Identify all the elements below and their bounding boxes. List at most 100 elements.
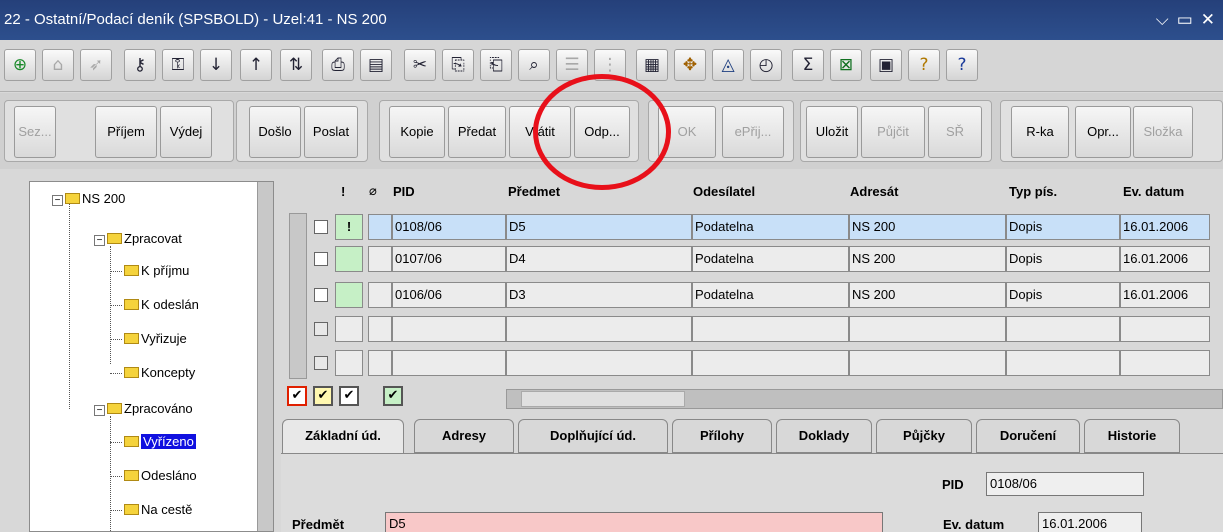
column-header-predmet[interactable]: Předmet: [508, 184, 560, 199]
tab-doruceni[interactable]: Doručení: [976, 419, 1080, 453]
cell-odesilatel[interactable]: Podatelna: [692, 282, 849, 308]
predmet-field[interactable]: D5: [385, 512, 883, 532]
cell-pid[interactable]: 0107/06: [392, 246, 506, 272]
search-icon[interactable]: ⌕: [518, 49, 550, 81]
filter-check-yellow[interactable]: ✔: [313, 386, 333, 406]
cell-odesilatel[interactable]: Podatelna: [692, 214, 849, 240]
cell-typ[interactable]: Dopis: [1006, 282, 1120, 308]
cell-pid[interactable]: 0108/06: [392, 214, 506, 240]
column-header-flag[interactable]: !: [341, 184, 345, 199]
sort-descending-icon[interactable]: ↑: [240, 49, 272, 81]
predat-button[interactable]: Předat: [448, 106, 506, 158]
cell-predmet[interactable]: D3: [506, 282, 692, 308]
ulozit-button[interactable]: Uložit: [806, 106, 858, 158]
tree-node-ns200[interactable]: − NS 200: [52, 190, 125, 208]
tree-node-k-odeslani[interactable]: K odeslán: [124, 296, 199, 314]
column-header-typ[interactable]: Typ pís.: [1009, 184, 1057, 199]
filter-check-white[interactable]: ✔: [339, 386, 359, 406]
cell-predmet[interactable]: D5: [506, 214, 692, 240]
row-checkbox[interactable]: [314, 322, 328, 336]
cell-odesilatel[interactable]: Podatelna: [692, 246, 849, 272]
rka-button[interactable]: R-ka: [1011, 106, 1069, 158]
tree-node-odeslano[interactable]: Odesláno: [124, 467, 197, 485]
key-icon[interactable]: ⚷: [124, 49, 156, 81]
cell-predmet[interactable]: D4: [506, 246, 692, 272]
column-header-odesilatel[interactable]: Odesílatel: [693, 184, 755, 199]
help-b-icon[interactable]: ?: [946, 49, 978, 81]
grid-horizontal-scrollbar[interactable]: [506, 389, 1223, 409]
collapse-icon[interactable]: −: [52, 195, 63, 206]
opr-button[interactable]: Opr...: [1075, 106, 1131, 158]
new-record-icon[interactable]: ⊕: [4, 49, 36, 81]
eye-icon[interactable]: ◬: [712, 49, 744, 81]
pid-field[interactable]: 0108/06: [986, 472, 1144, 496]
app-icon[interactable]: ▣: [870, 49, 902, 81]
cell-typ[interactable]: Dopis: [1006, 246, 1120, 272]
sez-button[interactable]: Sez...: [14, 106, 56, 158]
cut-icon[interactable]: ✂: [404, 49, 436, 81]
cell-adresat[interactable]: NS 200: [849, 282, 1006, 308]
tab-historie[interactable]: Historie: [1084, 419, 1180, 453]
sort-ascending-icon[interactable]: ↓: [200, 49, 232, 81]
filter-icon[interactable]: ⇅: [280, 49, 312, 81]
tab-prilohy[interactable]: Přílohy: [672, 419, 772, 453]
scroll-thumb[interactable]: [521, 391, 685, 407]
vydej-button[interactable]: Výdej: [160, 106, 212, 158]
clock-icon[interactable]: ◴: [750, 49, 782, 81]
cell-pid[interactable]: 0106/06: [392, 282, 506, 308]
cell-ev-datum[interactable]: 16.01.2006: [1120, 214, 1210, 240]
tree-node-vyrizeno[interactable]: Vyřízeno: [124, 433, 196, 451]
key-refresh-icon[interactable]: ⚿: [162, 49, 194, 81]
network-icon[interactable]: ✥: [674, 49, 706, 81]
column-header-pid[interactable]: PID: [393, 184, 415, 199]
tree-scrollbar[interactable]: [257, 182, 273, 531]
close-icon[interactable]: ✕: [1201, 10, 1215, 30]
collapse-icon[interactable]: −: [94, 235, 105, 246]
ev-datum-field[interactable]: 16.01.2006: [1038, 512, 1142, 532]
cell-ev-datum[interactable]: 16.01.2006: [1120, 246, 1210, 272]
cell-adresat[interactable]: NS 200: [849, 246, 1006, 272]
row-checkbox[interactable]: [314, 288, 328, 302]
tree-node-vyrizuje[interactable]: Vyřizuje: [124, 330, 187, 348]
tab-pujcky[interactable]: Půjčky: [876, 419, 972, 453]
tab-zakladni[interactable]: Základní úd.: [282, 419, 404, 455]
help-icon[interactable]: ?: [908, 49, 940, 81]
row-checkbox[interactable]: [314, 220, 328, 234]
collapse-icon[interactable]: −: [94, 405, 105, 416]
doslo-button[interactable]: Došlo: [249, 106, 301, 158]
sr-button[interactable]: SŘ: [928, 106, 982, 158]
pujcit-button[interactable]: Půjčit: [861, 106, 925, 158]
tree-node-zpracovano[interactable]: − Zpracováno: [94, 400, 193, 418]
copy-icon[interactable]: ⎘: [442, 49, 474, 81]
tree-node-zpracovat[interactable]: − Zpracovat: [94, 230, 182, 248]
poslat-button[interactable]: Poslat: [304, 106, 358, 158]
tree-node-koncepty[interactable]: Koncepty: [124, 364, 195, 382]
row-checkbox[interactable]: [314, 252, 328, 266]
back-icon[interactable]: ⌂: [42, 49, 74, 81]
cell-typ[interactable]: Dopis: [1006, 214, 1120, 240]
print-preview-icon[interactable]: ▤: [360, 49, 392, 81]
excel-icon[interactable]: ⊠: [830, 49, 862, 81]
minimize-icon[interactable]: ⌵: [1156, 10, 1169, 30]
cell-adresat[interactable]: NS 200: [849, 214, 1006, 240]
cell-ev-datum[interactable]: 16.01.2006: [1120, 282, 1210, 308]
tree-node-k-prijmu[interactable]: K příjmu: [124, 262, 189, 280]
tab-adresy[interactable]: Adresy: [414, 419, 514, 453]
eprij-button[interactable]: ePřij...: [722, 106, 784, 158]
restore-icon[interactable]: ▭: [1177, 10, 1193, 30]
tab-doklady[interactable]: Doklady: [776, 419, 872, 453]
prijem-button[interactable]: Příjem: [95, 106, 157, 158]
column-header-ev-datum[interactable]: Ev. datum: [1123, 184, 1184, 199]
tab-doplnujici[interactable]: Doplňující úd.: [518, 419, 668, 453]
print-icon[interactable]: ⎙: [322, 49, 354, 81]
grid-row-scrollbar[interactable]: [289, 213, 307, 379]
calc-icon[interactable]: ▦: [636, 49, 668, 81]
filter-check-red[interactable]: ✔: [287, 386, 307, 406]
column-header-adresat[interactable]: Adresát: [850, 184, 898, 199]
attachment-header-icon[interactable]: ⌀: [369, 184, 377, 199]
tree-node-na-ceste[interactable]: Na cestě: [124, 501, 192, 519]
paste-icon[interactable]: ⎗: [480, 49, 512, 81]
slozka-button[interactable]: Složka: [1133, 106, 1193, 158]
kopie-button[interactable]: Kopie: [389, 106, 445, 158]
filter-check-green[interactable]: ✔: [383, 386, 403, 406]
